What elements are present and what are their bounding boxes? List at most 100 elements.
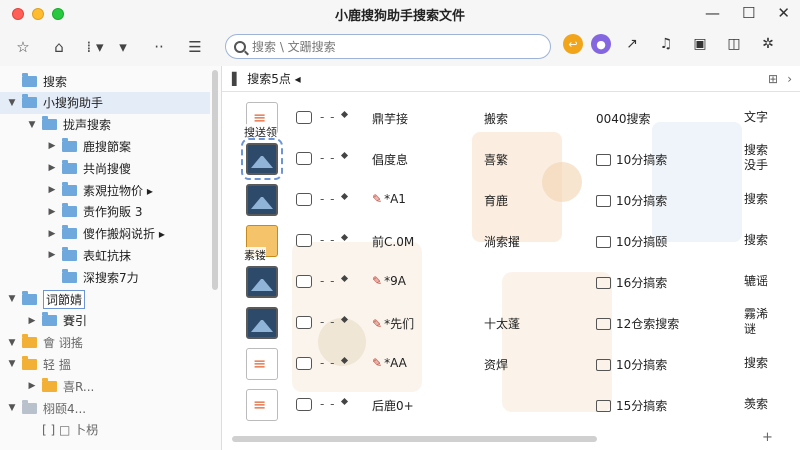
add-icon[interactable]: + bbox=[762, 430, 773, 445]
sidebar-item[interactable]: ▶ 賽引 bbox=[0, 310, 210, 332]
file-name-cell: 倡度息 bbox=[372, 151, 408, 168]
folder-icon bbox=[22, 399, 37, 414]
image-thumbnail-icon[interactable] bbox=[241, 138, 283, 180]
sidebar-item[interactable]: ▶ 素覌拉物价 ▸ bbox=[0, 179, 210, 201]
dash-icon: - - bbox=[320, 192, 336, 206]
dropdown-icon[interactable]: ▾ bbox=[110, 34, 136, 60]
chevron-right-icon[interactable]: ▶ bbox=[46, 141, 58, 151]
chevron-down-icon[interactable]: ▼ bbox=[26, 120, 38, 130]
more-icon[interactable]: ·· bbox=[146, 34, 172, 60]
chevron-down-icon[interactable]: ▼ bbox=[6, 359, 18, 369]
sidebar-item-label: 责作狗販 3 bbox=[83, 205, 143, 220]
row-checkbox[interactable] bbox=[296, 193, 312, 206]
star-icon[interactable]: ☆ bbox=[10, 34, 36, 60]
sidebar-item[interactable]: ▼ 词節婧 bbox=[0, 288, 210, 310]
chevron-down-icon[interactable]: ▼ bbox=[6, 98, 18, 108]
sidebar-item-label: 词節婧 bbox=[43, 289, 86, 309]
close-icon[interactable]: ✕ bbox=[777, 4, 790, 22]
breadcrumb[interactable]: 搜索5点 ◂ bbox=[247, 70, 300, 87]
image-thumbnail-icon[interactable] bbox=[246, 266, 278, 298]
sidebar-item[interactable]: 搜索 bbox=[0, 70, 210, 92]
chevron-right-icon[interactable]: ▶ bbox=[26, 316, 38, 326]
chevron-right-icon[interactable]: › bbox=[787, 72, 792, 86]
chevron-right-icon[interactable]: ▶ bbox=[46, 207, 58, 217]
file-name-cell: 前C.0M bbox=[372, 233, 414, 250]
sidebar-item[interactable]: ▼ 小搜狗助手 bbox=[0, 91, 210, 114]
file-row[interactable]: 搜送领 - - 鼎芋接 搬索 0040搜索 文字 bbox=[222, 98, 800, 140]
sidebar-item[interactable]: ▶ 共尚搜傻 bbox=[0, 157, 210, 179]
sidebar-item[interactable]: ▶ 责作狗販 3 bbox=[0, 201, 210, 223]
modified-text: 10分搞索 bbox=[616, 153, 668, 167]
file-row[interactable]: - - ✎ *A1 育鹿 10分搞索 搜索 bbox=[222, 180, 800, 220]
modified-cell: 10分搞索 bbox=[596, 356, 667, 373]
file-row[interactable]: 素镂 - - 前C.0M 淌索擢 10分搞颐 搜索 bbox=[222, 221, 800, 263]
chevron-down-icon[interactable]: ▼ bbox=[6, 294, 18, 304]
sidebar-item[interactable]: ▶ 鹿搜節案 bbox=[0, 135, 210, 157]
close-window-button[interactable] bbox=[12, 8, 24, 20]
sidebar-item-label: 表虹抗抹 bbox=[83, 248, 132, 263]
row-checkbox[interactable] bbox=[296, 152, 312, 165]
diamond-icon bbox=[340, 274, 349, 283]
back-circle-icon[interactable]: ↩ bbox=[563, 34, 583, 54]
chevron-down-icon[interactable]: ▼ bbox=[6, 338, 18, 348]
minimize-icon[interactable]: — bbox=[705, 4, 720, 22]
file-type-cell: 育鹿 bbox=[484, 194, 509, 208]
file-name-cell: ✎ *9A bbox=[372, 274, 406, 288]
chevron-right-icon[interactable]: ▶ bbox=[46, 229, 58, 239]
sidebar-item[interactable]: ▼ 轻 搵 bbox=[0, 353, 210, 375]
sidebar-item[interactable]: 深搜索7力 bbox=[0, 266, 210, 288]
chevron-right-icon[interactable]: ▶ bbox=[26, 381, 38, 391]
folder-icon bbox=[22, 334, 37, 349]
row-checkbox[interactable] bbox=[296, 357, 312, 370]
row-checkbox[interactable] bbox=[296, 275, 312, 288]
sidebar-item[interactable]: ▶ 喜R... bbox=[0, 375, 210, 397]
list-view-icon[interactable]: ☰ bbox=[182, 34, 208, 60]
window-icon[interactable]: ◫ bbox=[721, 34, 747, 54]
file-row[interactable]: - - ✎*AA 资焊 10分搞索 搜索 bbox=[222, 344, 800, 384]
modified-text: 16分搞索 bbox=[616, 276, 668, 290]
grid-view-icon[interactable]: ⊞ bbox=[768, 72, 778, 86]
file-name: *AA bbox=[384, 356, 407, 370]
file-row[interactable]: - - ✎ *先们 十太蓬 12仓索搜索 霧浠 谜 bbox=[222, 303, 800, 343]
sidebar-item[interactable]: ▼ 栩颐4... bbox=[0, 397, 210, 419]
home-icon[interactable]: ⌂ bbox=[46, 34, 72, 60]
file-thumbnail-icon[interactable] bbox=[246, 348, 278, 380]
search-input[interactable]: 搜索 \ 文跚搜索 bbox=[225, 34, 551, 59]
apps-icon[interactable]: ✲ bbox=[755, 34, 781, 54]
chevron-down-icon[interactable]: ▼ bbox=[6, 403, 18, 413]
photo-icon[interactable]: ▣ bbox=[687, 34, 713, 54]
sidebar-item[interactable]: ▶ 表虹抗抹 bbox=[0, 244, 210, 266]
file-row[interactable]: - - ✎ *9A 16分搞索 辘谣 bbox=[222, 262, 800, 302]
user-icon[interactable]: ● bbox=[591, 34, 611, 54]
row-checkbox[interactable] bbox=[296, 316, 312, 329]
view-options-icon[interactable]: ⁞ ▾ bbox=[82, 34, 108, 60]
modified-text: 0040搜索 bbox=[596, 112, 651, 126]
share-icon[interactable]: ↗ bbox=[619, 34, 645, 54]
chevron-right-icon[interactable]: ▶ bbox=[46, 163, 58, 173]
image-thumbnail-icon[interactable] bbox=[246, 184, 278, 216]
chevron-right-icon[interactable]: ▶ bbox=[46, 250, 58, 260]
file-name: 倡度息 bbox=[372, 153, 409, 167]
sidebar-item[interactable]: ▼ 拢声搜索 bbox=[0, 114, 210, 136]
image-thumbnail-icon[interactable] bbox=[246, 307, 278, 339]
folder-icon bbox=[42, 312, 57, 327]
sidebar-item[interactable]: [ ] □ 卜枴 bbox=[0, 419, 210, 441]
doc-thumbnail-icon[interactable] bbox=[246, 389, 278, 421]
horizontal-scrollbar[interactable] bbox=[232, 436, 597, 442]
sidebar-item[interactable]: ▶ 傻作搬焖说折 ▸ bbox=[0, 223, 210, 245]
sidebar-item-label: 栩颐4... bbox=[43, 401, 87, 416]
row-checkbox[interactable] bbox=[296, 111, 312, 124]
sidebar-scrollbar[interactable] bbox=[212, 70, 218, 290]
minimize-window-button[interactable] bbox=[32, 8, 44, 20]
sidebar-item[interactable]: ▼ 會 诩搖 bbox=[0, 332, 210, 354]
row-checkbox[interactable] bbox=[296, 398, 312, 411]
maximize-icon[interactable]: ☐ bbox=[742, 4, 755, 22]
file-row[interactable]: - - 倡度息 喜繁 10分搞索 搜索 没手 bbox=[222, 138, 800, 180]
row-checkbox[interactable] bbox=[296, 234, 312, 247]
thumbnail-label: 素镂 bbox=[244, 247, 266, 263]
bell-icon[interactable]: ♫ bbox=[653, 34, 679, 54]
file-row[interactable]: - - 后鹿0+ 15分搞索 羡索 bbox=[222, 385, 800, 425]
zoom-window-button[interactable] bbox=[52, 8, 64, 20]
tag-cell: 搜索 没手 bbox=[744, 143, 769, 172]
chevron-right-icon[interactable]: ▶ bbox=[46, 185, 58, 195]
